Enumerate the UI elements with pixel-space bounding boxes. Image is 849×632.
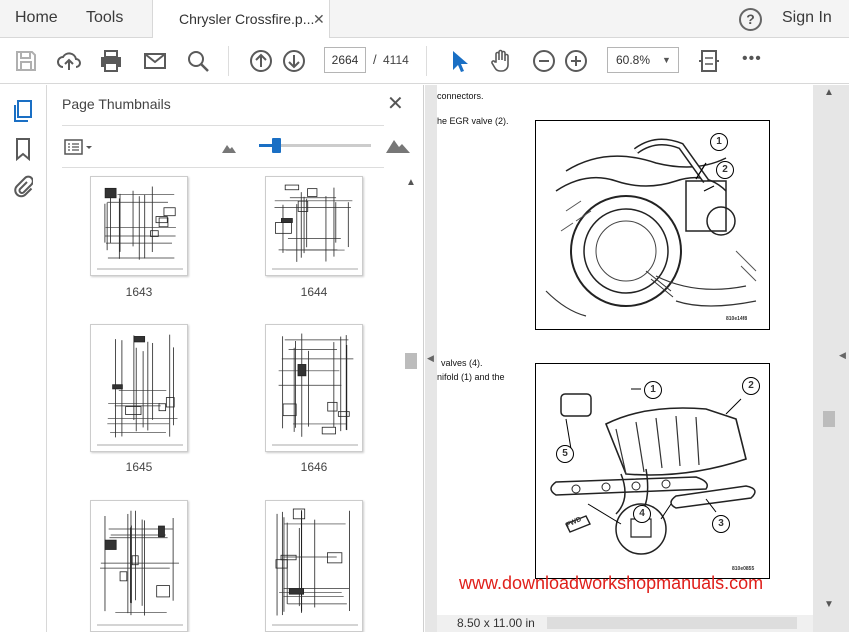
document-tab[interactable]: Chrysler Crossfire.p... ✕	[152, 0, 330, 39]
scroll-down-icon[interactable]: ▼	[824, 599, 834, 610]
figure-code: 810e14f8	[726, 316, 748, 322]
panel-divider	[62, 167, 384, 168]
fit-page-icon[interactable]	[696, 48, 722, 74]
large-thumbnail-icon[interactable]	[385, 136, 411, 154]
panel-title: Page Thumbnails	[62, 96, 171, 112]
thumbnails-panel: Page Thumbnails ✕ 1643 1644 1645 1646 ▲	[47, 85, 424, 632]
zoom-dropdown[interactable]: 60.8% ▼	[607, 47, 679, 73]
left-rail	[0, 85, 47, 632]
callout-5: 5	[556, 445, 574, 463]
zoom-out-icon[interactable]	[531, 48, 557, 74]
sign-in-link[interactable]: Sign In	[782, 9, 832, 27]
page-number-input[interactable]: 2664	[324, 47, 366, 73]
toolbar: 2664 / 4114 60.8% ▼ •••	[0, 38, 849, 84]
page-thumbnail[interactable]	[265, 176, 363, 276]
help-icon[interactable]: ?	[739, 8, 762, 31]
figure-code: 810e0855	[732, 566, 755, 572]
thumbnail-size-slider[interactable]	[259, 138, 371, 153]
page-number-label: 1645	[125, 460, 153, 474]
zoom-value: 60.8%	[616, 53, 651, 67]
page-number-label: 1646	[300, 460, 328, 474]
page-text-line: nifold (1) and the	[437, 372, 505, 382]
horizontal-scrollbar[interactable]	[547, 617, 797, 629]
next-page-icon[interactable]	[281, 48, 307, 74]
slider-handle[interactable]	[271, 138, 281, 153]
page-thumbnail[interactable]	[265, 324, 363, 452]
total-pages: 4114	[383, 53, 409, 67]
page-thumbnail[interactable]	[90, 324, 188, 452]
expand-right-panel-icon[interactable]: ◀	[839, 350, 846, 361]
toolbar-divider	[426, 46, 427, 76]
toolbar-divider	[228, 46, 229, 76]
scrollbar-thumb[interactable]	[405, 353, 417, 369]
page-thumbnail[interactable]	[90, 176, 188, 276]
scroll-up-icon[interactable]: ▲	[406, 177, 416, 188]
page-text-line: he EGR valve (2).	[437, 116, 509, 126]
thumbnail-scrollbar[interactable]: ▲	[403, 177, 419, 632]
page-thumbnail[interactable]	[265, 500, 363, 632]
callout-2: 2	[742, 377, 760, 395]
email-icon[interactable]	[142, 48, 168, 74]
page-thumbnail[interactable]	[90, 500, 188, 632]
page-thumbnails-icon[interactable]	[12, 99, 34, 123]
page-text-line: valves (4).	[441, 358, 483, 368]
tab-bar: Home Tools Chrysler Crossfire.p... ✕ ? S…	[0, 0, 849, 39]
document-tab-title: Chrysler Crossfire.p...	[179, 11, 315, 27]
callout-3: 3	[712, 515, 730, 533]
attachment-icon[interactable]	[13, 175, 34, 199]
page-text-line: connectors.	[437, 91, 484, 101]
panel-divider	[62, 125, 384, 126]
document-view: ◀ connectors. he EGR valve (2). 1 2 810e…	[425, 85, 849, 632]
thumbnail-options-icon[interactable]	[64, 138, 94, 156]
search-icon[interactable]	[185, 48, 211, 74]
callout-1: 1	[710, 133, 728, 151]
status-bar: 8.50 x 11.00 in	[437, 615, 813, 632]
hand-tool-icon[interactable]	[488, 48, 514, 74]
close-tab-icon[interactable]: ✕	[313, 11, 325, 28]
callout-1: 1	[644, 381, 662, 399]
page-number-label: 1643	[125, 285, 153, 299]
home-menu[interactable]: Home	[15, 9, 58, 27]
callout-4: 4	[633, 505, 651, 523]
figure-intake-manifold: 1 2 3 4 5 FWD 810e0855	[535, 363, 770, 579]
tools-menu[interactable]: Tools	[86, 9, 123, 27]
scroll-up-icon[interactable]: ▲	[824, 87, 834, 98]
page-size-label: 8.50 x 11.00 in	[457, 616, 535, 630]
print-icon[interactable]	[98, 48, 124, 74]
cloud-upload-icon[interactable]	[56, 48, 82, 74]
small-thumbnail-icon[interactable]	[221, 141, 237, 153]
scrollbar-thumb[interactable]	[823, 411, 835, 427]
save-icon[interactable]	[13, 48, 39, 74]
zoom-in-icon[interactable]	[563, 48, 589, 74]
more-options-icon[interactable]: •••	[742, 50, 762, 68]
page-number-label: 1644	[300, 285, 328, 299]
collapse-panel-icon[interactable]: ◀	[427, 353, 434, 364]
watermark-text: www.downloadworkshopmanuals.com	[459, 573, 764, 593]
bookmark-icon[interactable]	[14, 137, 32, 162]
page-separator: /	[373, 52, 377, 67]
document-scrollbar[interactable]: ▲ ▼	[821, 85, 837, 615]
figure-egr-valve: 1 2 810e14f8	[535, 120, 770, 330]
previous-page-icon[interactable]	[248, 48, 274, 74]
document-page: connectors. he EGR valve (2). 1 2 810e14…	[437, 85, 813, 615]
chevron-down-icon: ▼	[662, 55, 671, 65]
callout-2: 2	[716, 161, 734, 179]
close-panel-icon[interactable]: ✕	[387, 91, 404, 116]
select-cursor-icon[interactable]	[446, 48, 472, 74]
